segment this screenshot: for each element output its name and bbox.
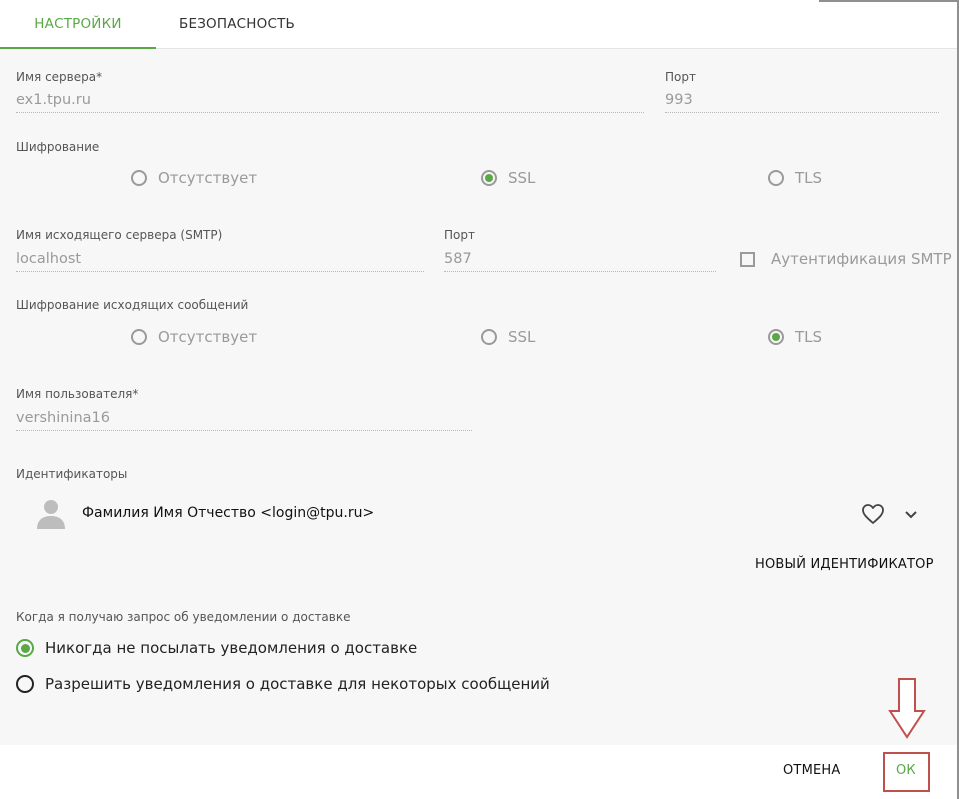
- receipts-label: Когда я получаю запрос об уведомлении о …: [16, 610, 351, 624]
- chevron-down-icon[interactable]: [903, 507, 919, 521]
- radio-selected-icon: [16, 639, 34, 657]
- tab-active-indicator: [0, 47, 156, 49]
- ok-button[interactable]: ОК: [896, 763, 916, 778]
- outgoing-encryption-label: Шифрование исходящих сообщений: [16, 298, 249, 312]
- person-avatar-icon: [36, 498, 66, 530]
- tab-security[interactable]: БЕЗОПАСНОСТЬ: [156, 0, 318, 48]
- receipts-never-radio[interactable]: Никогда не посылать уведомления о достав…: [16, 639, 417, 657]
- annotation-arrow-icon: [888, 677, 926, 739]
- radio-circle-icon: [16, 675, 34, 693]
- port-label: Порт: [665, 70, 696, 84]
- new-identity-button[interactable]: НОВЫЙ ИДЕНТИФИКАТОР: [755, 557, 934, 572]
- tab-settings[interactable]: НАСТРОЙКИ: [0, 0, 156, 49]
- port-input[interactable]: [665, 88, 939, 113]
- heart-icon[interactable]: [861, 503, 885, 525]
- username-label: Имя пользователя*: [16, 387, 139, 401]
- radio-circle-icon: [131, 329, 147, 345]
- encryption-label: Шифрование: [16, 140, 100, 154]
- tab-security-label: БЕЗОПАСНОСТЬ: [179, 16, 295, 32]
- cancel-button[interactable]: ОТМЕНА: [783, 763, 840, 778]
- outgoing-encryption-ssl-radio[interactable]: SSL: [481, 328, 535, 346]
- identity-display[interactable]: Фамилия Имя Отчество <login@tpu.ru>: [82, 505, 374, 521]
- outgoing-encryption-none-radio[interactable]: Отсутствует: [131, 328, 257, 346]
- encryption-none-radio[interactable]: Отсутствует: [131, 169, 257, 187]
- radio-circle-icon: [768, 170, 784, 186]
- smtp-server-input[interactable]: [16, 247, 424, 272]
- radio-circle-icon: [481, 329, 497, 345]
- encryption-ssl-radio[interactable]: SSL: [481, 169, 535, 187]
- smtp-port-input[interactable]: [444, 247, 716, 272]
- window-frame-edge: [819, 0, 959, 2]
- username-input[interactable]: [16, 406, 472, 431]
- tab-bar: НАСТРОЙКИ БЕЗОПАСНОСТЬ: [0, 0, 957, 49]
- checkbox-icon: [740, 251, 755, 267]
- radio-circle-icon: [131, 170, 147, 186]
- identities-label: Идентификаторы: [16, 467, 128, 481]
- radio-selected-icon: [481, 170, 497, 186]
- radio-selected-icon: [768, 329, 784, 345]
- smtp-auth-checkbox[interactable]: Аутентификация SMTP: [740, 250, 952, 268]
- receipts-some-radio[interactable]: Разрешить уведомления о доставке для нек…: [16, 675, 550, 693]
- outgoing-encryption-tls-radio[interactable]: TLS: [768, 328, 822, 346]
- server-name-input[interactable]: [16, 88, 644, 113]
- server-name-label: Имя сервера*: [16, 70, 103, 84]
- tab-settings-label: НАСТРОЙКИ: [34, 16, 122, 32]
- encryption-tls-radio[interactable]: TLS: [768, 169, 822, 187]
- smtp-server-label: Имя исходящего сервера (SMTP): [16, 228, 223, 242]
- smtp-port-label: Порт: [444, 228, 475, 242]
